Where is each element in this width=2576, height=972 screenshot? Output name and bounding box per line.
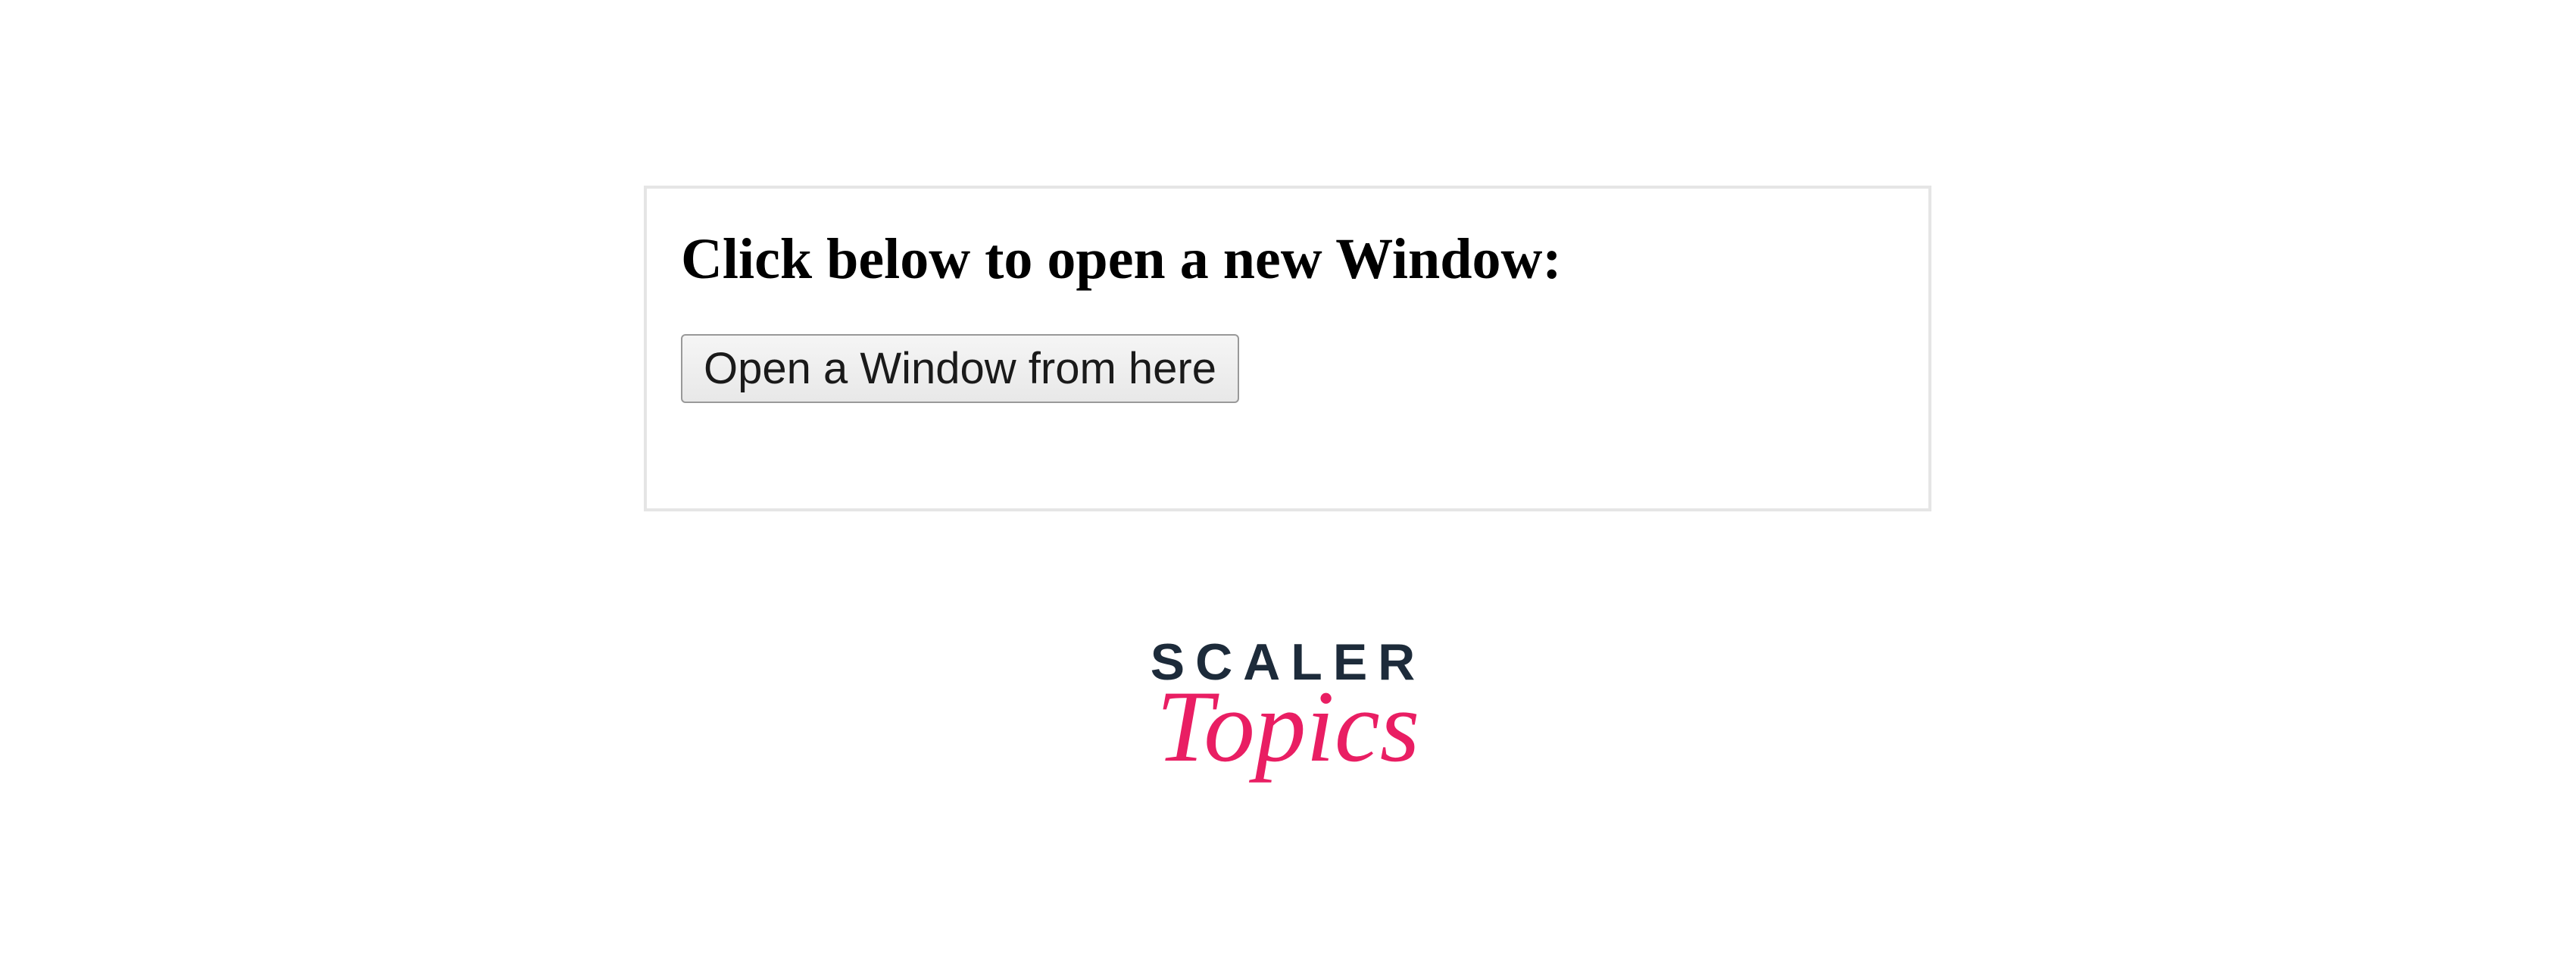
content-panel: Click below to open a new Window: Open a… <box>644 186 1931 511</box>
open-window-button[interactable]: Open a Window from here <box>681 334 1239 403</box>
logo-text-secondary: Topics <box>1151 684 1426 771</box>
brand-logo: SCALER Topics <box>1151 636 1426 771</box>
instruction-heading: Click below to open a new Window: <box>681 227 1894 292</box>
